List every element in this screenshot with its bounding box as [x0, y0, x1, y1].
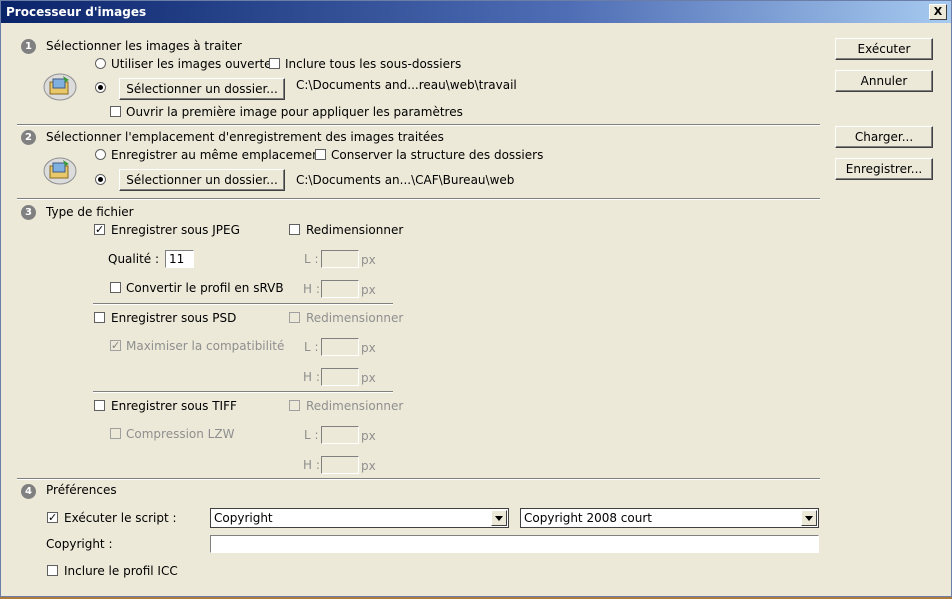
chevron-down-icon[interactable] [491, 510, 507, 526]
save-jpeg-label: Enregistrer sous JPEG [111, 223, 240, 237]
save-tiff-label: Enregistrer sous TIFF [111, 399, 237, 413]
select-destination-radio[interactable] [95, 174, 106, 185]
step-3-badge: 3 [21, 205, 36, 220]
folder-process-icon [43, 73, 77, 101]
select-destination-folder-button[interactable]: Sélectionner un dossier... [119, 169, 285, 191]
section2-title: Sélectionner l'emplacement d'enregistrem… [46, 130, 444, 144]
save-same-location-label: Enregistrer au même emplacement [111, 148, 325, 162]
step-4-badge: 4 [21, 484, 36, 499]
title-bar[interactable]: Processeur d'images X [1, 1, 951, 23]
section4-title: Préférences [46, 483, 117, 497]
tiff-width-input[interactable] [321, 426, 359, 444]
script-action-value: Copyright 2008 court [524, 511, 652, 525]
keep-folder-structure-label: Conserver la structure des dossiers [331, 148, 544, 162]
psd-width-label: L : [304, 340, 319, 354]
step-1-badge: 1 [21, 39, 36, 54]
script-set-value: Copyright [214, 511, 273, 525]
window-title: Processeur d'images [6, 5, 147, 19]
save-settings-button[interactable]: Enregistrer... [835, 158, 933, 180]
section1-title: Sélectionner les images à traiter [46, 39, 242, 53]
maximize-compat-checkbox[interactable]: ✓ [110, 340, 121, 351]
destination-folder-path: C:\Documents an...\CAF\Bureau\web [296, 173, 515, 187]
open-first-image-label: Ouvrir la première image pour appliquer … [126, 105, 463, 119]
save-jpeg-checkbox[interactable]: ✓ [94, 224, 105, 235]
script-action-select[interactable]: Copyright 2008 court [520, 508, 819, 528]
jpeg-width-input[interactable] [321, 250, 359, 268]
jpeg-height-input[interactable] [321, 280, 359, 298]
step-2-badge: 2 [21, 130, 36, 145]
jpeg-height-unit: px [361, 283, 376, 297]
psd-width-input[interactable] [321, 338, 359, 356]
quality-input[interactable]: 11 [165, 250, 194, 268]
copyright-input[interactable] [210, 535, 819, 553]
psd-width-unit: px [361, 341, 376, 355]
tiff-resize-checkbox[interactable] [289, 400, 300, 411]
save-psd-checkbox[interactable] [94, 312, 105, 323]
psd-height-input[interactable] [321, 368, 359, 386]
separator [17, 198, 820, 200]
quality-label: Qualité : [108, 252, 160, 266]
tiff-height-label: H : [303, 458, 320, 472]
folder-process-icon [43, 157, 77, 185]
cancel-button[interactable]: Annuler [835, 70, 933, 92]
jpeg-resize-label: Redimensionner [306, 223, 404, 237]
jpeg-width-unit: px [361, 253, 376, 267]
convert-srgb-label: Convertir le profil en sRVB [126, 281, 284, 295]
tiff-height-input[interactable] [321, 456, 359, 474]
source-folder-path: C:\Documents and...reau\web\travail [296, 78, 517, 92]
include-icc-checkbox[interactable] [47, 565, 58, 576]
save-tiff-checkbox[interactable] [94, 400, 105, 411]
copyright-label: Copyright : [46, 537, 113, 551]
section3-title: Type de fichier [46, 205, 134, 219]
load-button[interactable]: Charger... [835, 126, 933, 148]
script-set-select[interactable]: Copyright [210, 508, 509, 528]
jpeg-height-label: H : [303, 282, 320, 296]
separator [17, 124, 820, 126]
close-button[interactable]: X [929, 4, 947, 20]
jpeg-width-label: L : [304, 252, 319, 266]
tiff-height-unit: px [361, 459, 376, 473]
save-same-location-radio[interactable] [95, 149, 106, 160]
psd-height-unit: px [361, 371, 376, 385]
separator [93, 391, 393, 393]
lzw-compression-label: Compression LZW [126, 427, 235, 441]
maximize-compat-label: Maximiser la compatibilité [126, 339, 285, 353]
execute-button[interactable]: Exécuter [835, 38, 933, 60]
tiff-resize-label: Redimensionner [306, 399, 404, 413]
lzw-compression-checkbox[interactable] [110, 428, 121, 439]
keep-folder-structure-checkbox[interactable] [315, 149, 326, 160]
psd-height-label: H : [303, 370, 320, 384]
convert-srgb-checkbox[interactable] [110, 282, 121, 293]
tiff-width-label: L : [304, 428, 319, 442]
include-subfolders-label: Inclure tous les sous-dossiers [285, 57, 462, 71]
separator [93, 303, 393, 305]
tiff-width-unit: px [361, 429, 376, 443]
use-open-images-label: Utiliser les images ouvertes [111, 57, 278, 71]
select-source-folder-button[interactable]: Sélectionner un dossier... [119, 78, 285, 100]
chevron-down-icon[interactable] [801, 510, 817, 526]
open-first-image-checkbox[interactable] [110, 106, 121, 117]
include-icc-label: Inclure le profil ICC [64, 564, 178, 578]
psd-resize-checkbox[interactable] [289, 312, 300, 323]
select-folder-radio[interactable] [95, 82, 106, 93]
jpeg-resize-checkbox[interactable] [289, 224, 300, 235]
use-open-images-radio[interactable] [95, 58, 106, 69]
run-script-checkbox[interactable]: ✓ [47, 512, 58, 523]
separator [17, 478, 820, 480]
save-psd-label: Enregistrer sous PSD [111, 311, 237, 325]
image-processor-dialog: Processeur d'images X 1 Sélectionner les… [0, 0, 952, 597]
psd-resize-label: Redimensionner [306, 311, 404, 325]
include-subfolders-checkbox[interactable] [269, 58, 280, 69]
run-script-label: Exécuter le script : [64, 511, 177, 525]
